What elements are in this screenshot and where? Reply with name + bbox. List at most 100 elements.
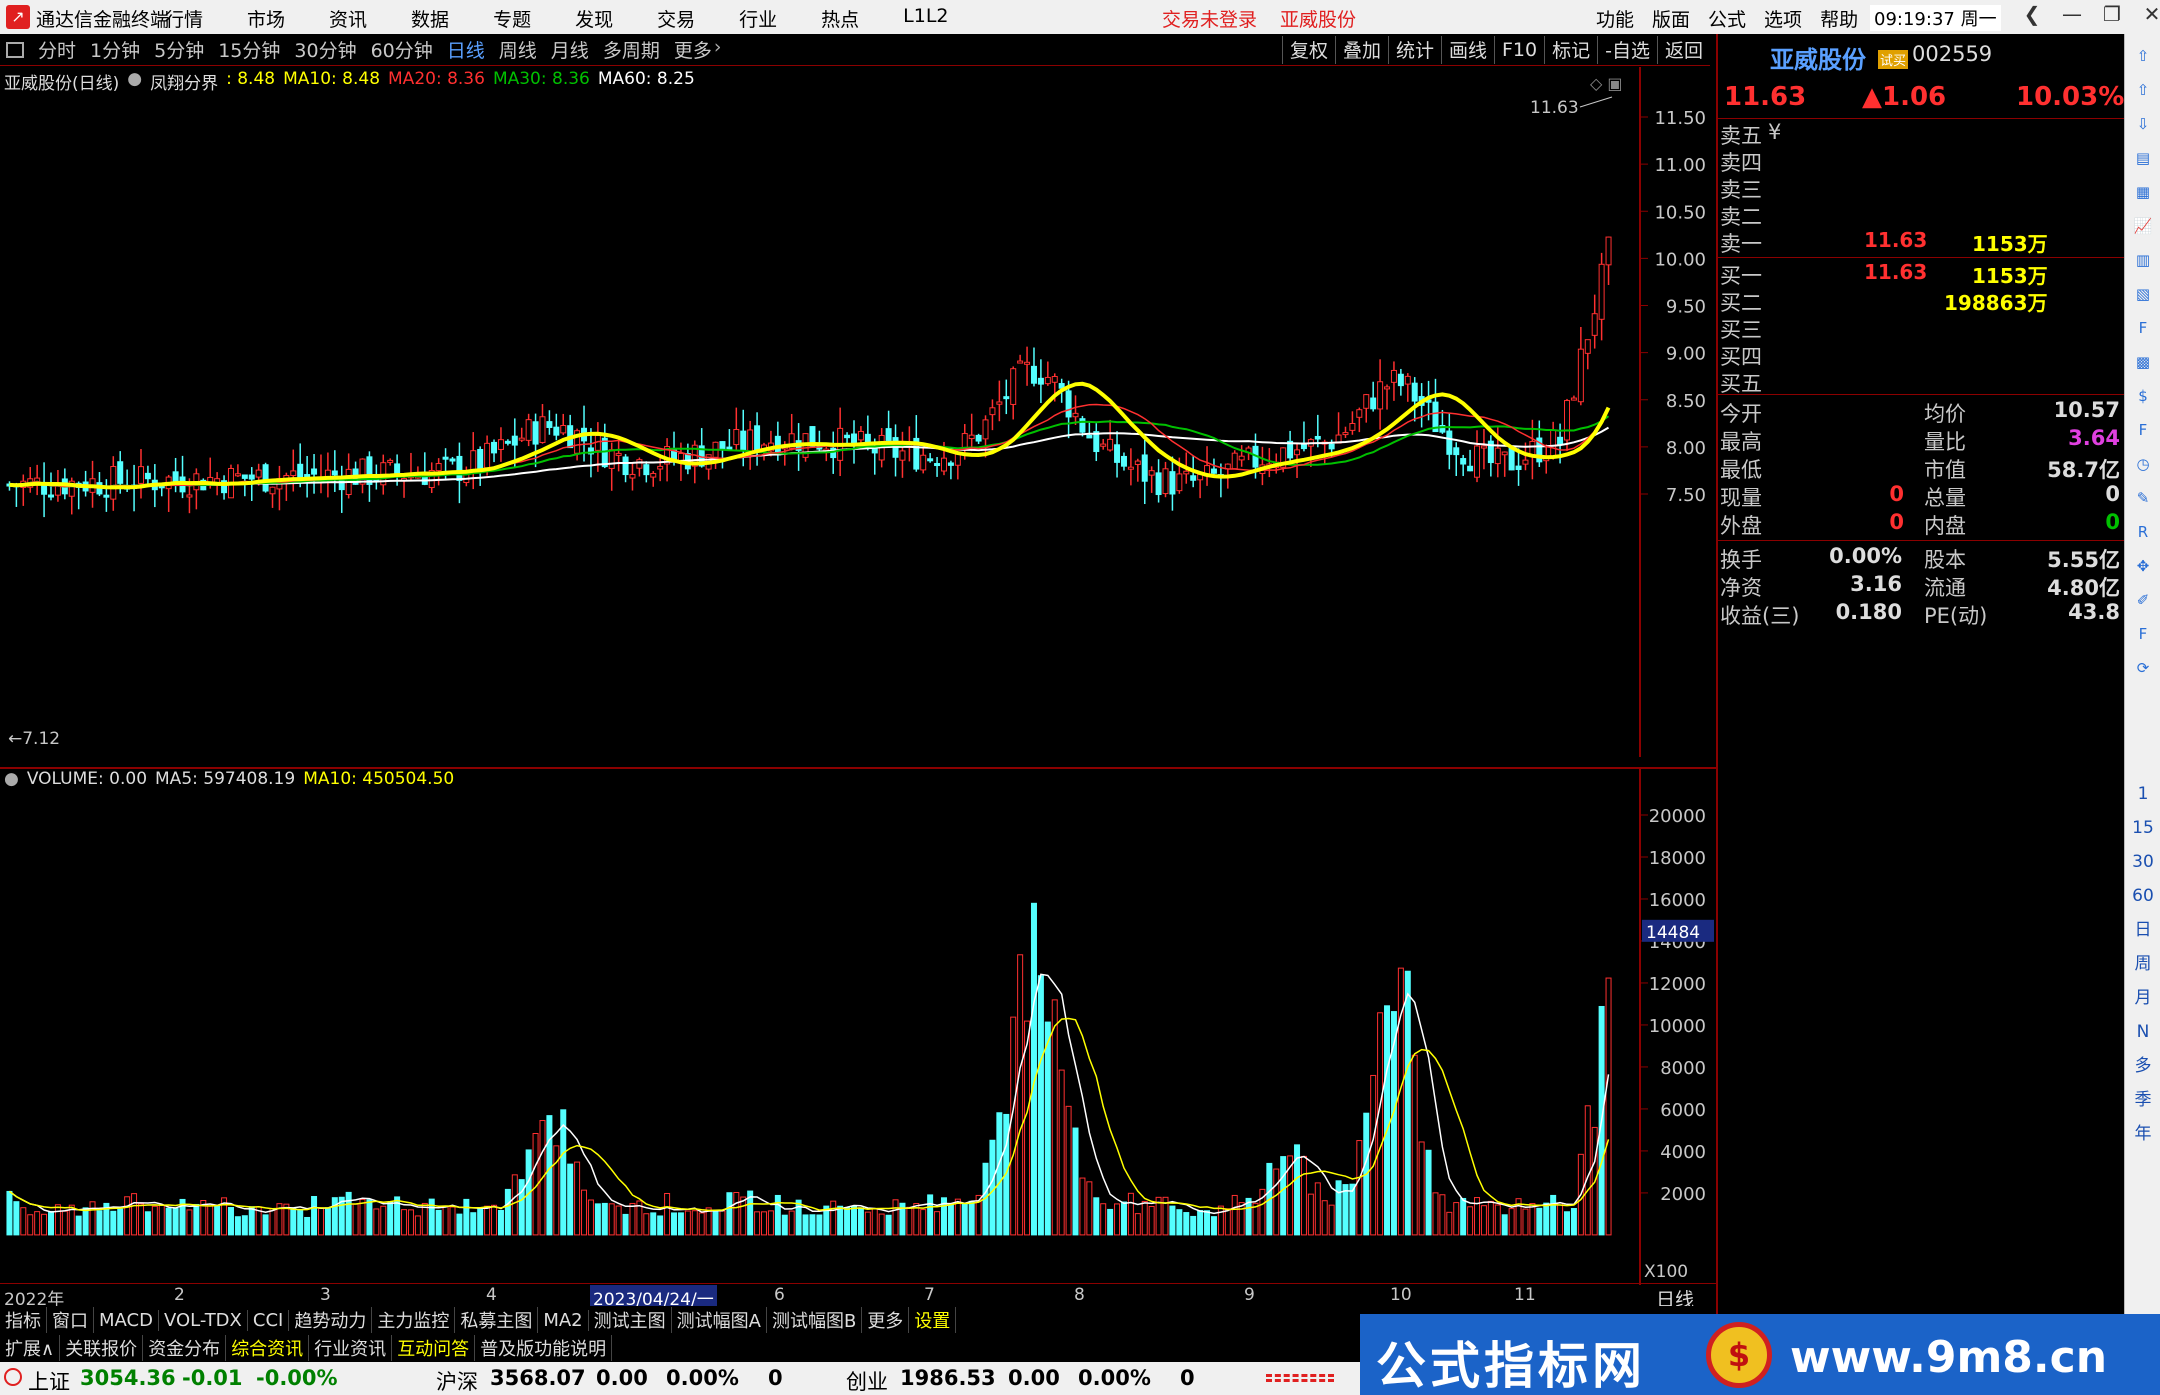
- toolbar-button[interactable]: 统计: [1387, 35, 1441, 64]
- indicator-tab[interactable]: 更多: [862, 1307, 910, 1333]
- sidebar-period[interactable]: 60: [2129, 882, 2157, 910]
- menu-item[interactable]: 交易: [657, 5, 695, 32]
- pen-icon[interactable]: ✎: [2129, 484, 2157, 512]
- sidebar-period[interactable]: 月: [2129, 984, 2157, 1012]
- indicator-tab[interactable]: VOL-TDX: [159, 1309, 248, 1331]
- toolbar-button[interactable]: 叠加: [1334, 35, 1388, 64]
- toolbar-button[interactable]: 复权: [1281, 35, 1335, 64]
- right-menu-item[interactable]: 公式: [1708, 5, 1746, 32]
- doc-icon[interactable]: ▧: [2129, 280, 2157, 308]
- indicator-tab[interactable]: 趋势动力: [289, 1307, 373, 1333]
- period-tab[interactable]: 5分钟: [154, 36, 204, 63]
- menu-item[interactable]: 发现: [575, 5, 613, 32]
- back-icon[interactable]: ❮: [2012, 2, 2052, 26]
- chart-option-icon[interactable]: ◇ ▣: [1590, 74, 1623, 93]
- info-tab[interactable]: 资金分布: [143, 1335, 227, 1361]
- volume-chart[interactable]: 2000018000160001400012000100008000600040…: [0, 769, 1716, 1289]
- toolbar-button[interactable]: F10: [1494, 35, 1544, 64]
- f5-icon[interactable]: F: [2129, 620, 2157, 648]
- arrow-down-icon[interactable]: ⇩: [2129, 110, 2157, 138]
- toolbar-button[interactable]: 画线: [1440, 35, 1494, 64]
- indicator-tab[interactable]: 指标: [0, 1307, 47, 1333]
- kline-panel[interactable]: 亚威股份(日线) ● 凤翔分界 : 8.48 MA10: 8.48 MA20: …: [0, 67, 1716, 767]
- move-icon[interactable]: ✥: [2129, 552, 2157, 580]
- sidebar-period[interactable]: 年: [2129, 1120, 2157, 1148]
- ad-banner[interactable]: 公式指标网 $ www.9m8.cn: [1360, 1314, 2160, 1395]
- close-icon[interactable]: ✕: [2132, 2, 2160, 26]
- period-tab[interactable]: 多周期: [603, 36, 660, 63]
- f10-icon[interactable]: F: [2129, 314, 2157, 342]
- indicator-tab[interactable]: MACD: [94, 1309, 159, 1331]
- restore-icon[interactable]: ❐: [2092, 2, 2132, 26]
- period-tab[interactable]: 日线: [447, 36, 485, 63]
- indicator-tab[interactable]: 主力监控: [372, 1307, 456, 1333]
- rsi-icon[interactable]: R: [2129, 518, 2157, 546]
- period-tab[interactable]: 15分钟: [218, 36, 280, 63]
- candle-icon[interactable]: ▥: [2129, 246, 2157, 274]
- indicator-tab[interactable]: 测试幅图B: [767, 1307, 863, 1333]
- period-tab[interactable]: 月线: [551, 36, 589, 63]
- menu-item[interactable]: 专题: [493, 5, 531, 32]
- sidebar-period[interactable]: 日: [2129, 916, 2157, 944]
- period-tab[interactable]: 分时: [38, 36, 76, 63]
- menu-item[interactable]: 资讯: [329, 5, 367, 32]
- menu-item[interactable]: 热点: [821, 5, 859, 32]
- menu-item[interactable]: 数据: [411, 5, 449, 32]
- indicator-tab[interactable]: 测试幅图A: [672, 1307, 767, 1333]
- brush-icon[interactable]: ✐: [2129, 586, 2157, 614]
- toolbar-button[interactable]: -自选: [1597, 35, 1657, 64]
- minimize-icon[interactable]: —: [2052, 2, 2092, 26]
- sidebar-period[interactable]: 多: [2129, 1052, 2157, 1080]
- hs-index-name[interactable]: 沪深: [436, 1366, 478, 1395]
- menu-item[interactable]: L1L2: [903, 5, 948, 32]
- toolbar-button[interactable]: 返回: [1656, 35, 1710, 64]
- grid-icon[interactable]: ▦: [2129, 178, 2157, 206]
- volume-panel[interactable]: ● VOLUME: 0.00 MA5: 597408.19 MA10: 4505…: [0, 767, 1716, 1287]
- indicator-tab[interactable]: 窗口: [47, 1307, 94, 1333]
- sidebar-period[interactable]: N: [2129, 1018, 2157, 1046]
- more-chevron-icon[interactable]: ›: [714, 36, 722, 63]
- indicator-tab[interactable]: MA2: [538, 1309, 589, 1331]
- info-tab[interactable]: 行业资讯: [309, 1335, 393, 1361]
- period-tab[interactable]: 周线: [499, 36, 537, 63]
- info-tab[interactable]: 扩展∧: [0, 1335, 61, 1361]
- indicator-tab[interactable]: CCI: [248, 1309, 290, 1331]
- info-tab[interactable]: 关联报价: [60, 1335, 144, 1361]
- quote-tag[interactable]: 试买: [1878, 50, 1909, 69]
- info-tab[interactable]: 普及版功能说明: [475, 1335, 613, 1361]
- indicator-tab[interactable]: 私募主图: [455, 1307, 539, 1333]
- clock-icon[interactable]: ◷: [2129, 450, 2157, 478]
- sidebar-period[interactable]: 1: [2129, 780, 2157, 808]
- list-icon[interactable]: ▤: [2129, 144, 2157, 172]
- period-tab[interactable]: 更多: [674, 36, 712, 63]
- table-icon[interactable]: ▩: [2129, 348, 2157, 376]
- right-menu-item[interactable]: 选项: [1764, 5, 1802, 32]
- sh-index-name[interactable]: 上证: [28, 1366, 70, 1395]
- arrow-up-icon[interactable]: ⇧: [2129, 42, 2157, 70]
- trade-status[interactable]: 交易未登录: [1162, 5, 1257, 32]
- money-icon[interactable]: $: [2129, 382, 2157, 410]
- arrow-up-icon[interactable]: ⇧: [2129, 76, 2157, 104]
- period-tab[interactable]: 60分钟: [371, 36, 433, 63]
- info-tab[interactable]: 综合资讯: [226, 1335, 310, 1361]
- info-tab[interactable]: 互动问答: [392, 1335, 476, 1361]
- toolbar-button[interactable]: 标记: [1544, 35, 1597, 64]
- indicator-tab[interactable]: 测试主图: [589, 1307, 672, 1333]
- indicator-tab[interactable]: 设置: [909, 1307, 957, 1333]
- period-tab[interactable]: 1分钟: [90, 36, 140, 63]
- chart-icon[interactable]: 📈: [2129, 212, 2157, 240]
- menu-item[interactable]: 市场: [247, 5, 285, 32]
- right-menu-item[interactable]: 帮助: [1820, 5, 1858, 32]
- layout-icon[interactable]: [6, 41, 24, 58]
- cy-index-name[interactable]: 创业: [846, 1366, 888, 1395]
- right-menu-item[interactable]: 版面: [1652, 5, 1690, 32]
- sidebar-period[interactable]: 15: [2129, 814, 2157, 842]
- refresh-icon[interactable]: ⟳: [2129, 654, 2157, 682]
- sidebar-period[interactable]: 周: [2129, 950, 2157, 978]
- period-tab[interactable]: 30分钟: [294, 36, 356, 63]
- right-menu-item[interactable]: 功能: [1596, 5, 1634, 32]
- sidebar-period[interactable]: 季: [2129, 1086, 2157, 1114]
- sidebar-period[interactable]: 30: [2129, 848, 2157, 876]
- menu-item[interactable]: 行情: [165, 5, 203, 32]
- f12-icon[interactable]: F: [2129, 416, 2157, 444]
